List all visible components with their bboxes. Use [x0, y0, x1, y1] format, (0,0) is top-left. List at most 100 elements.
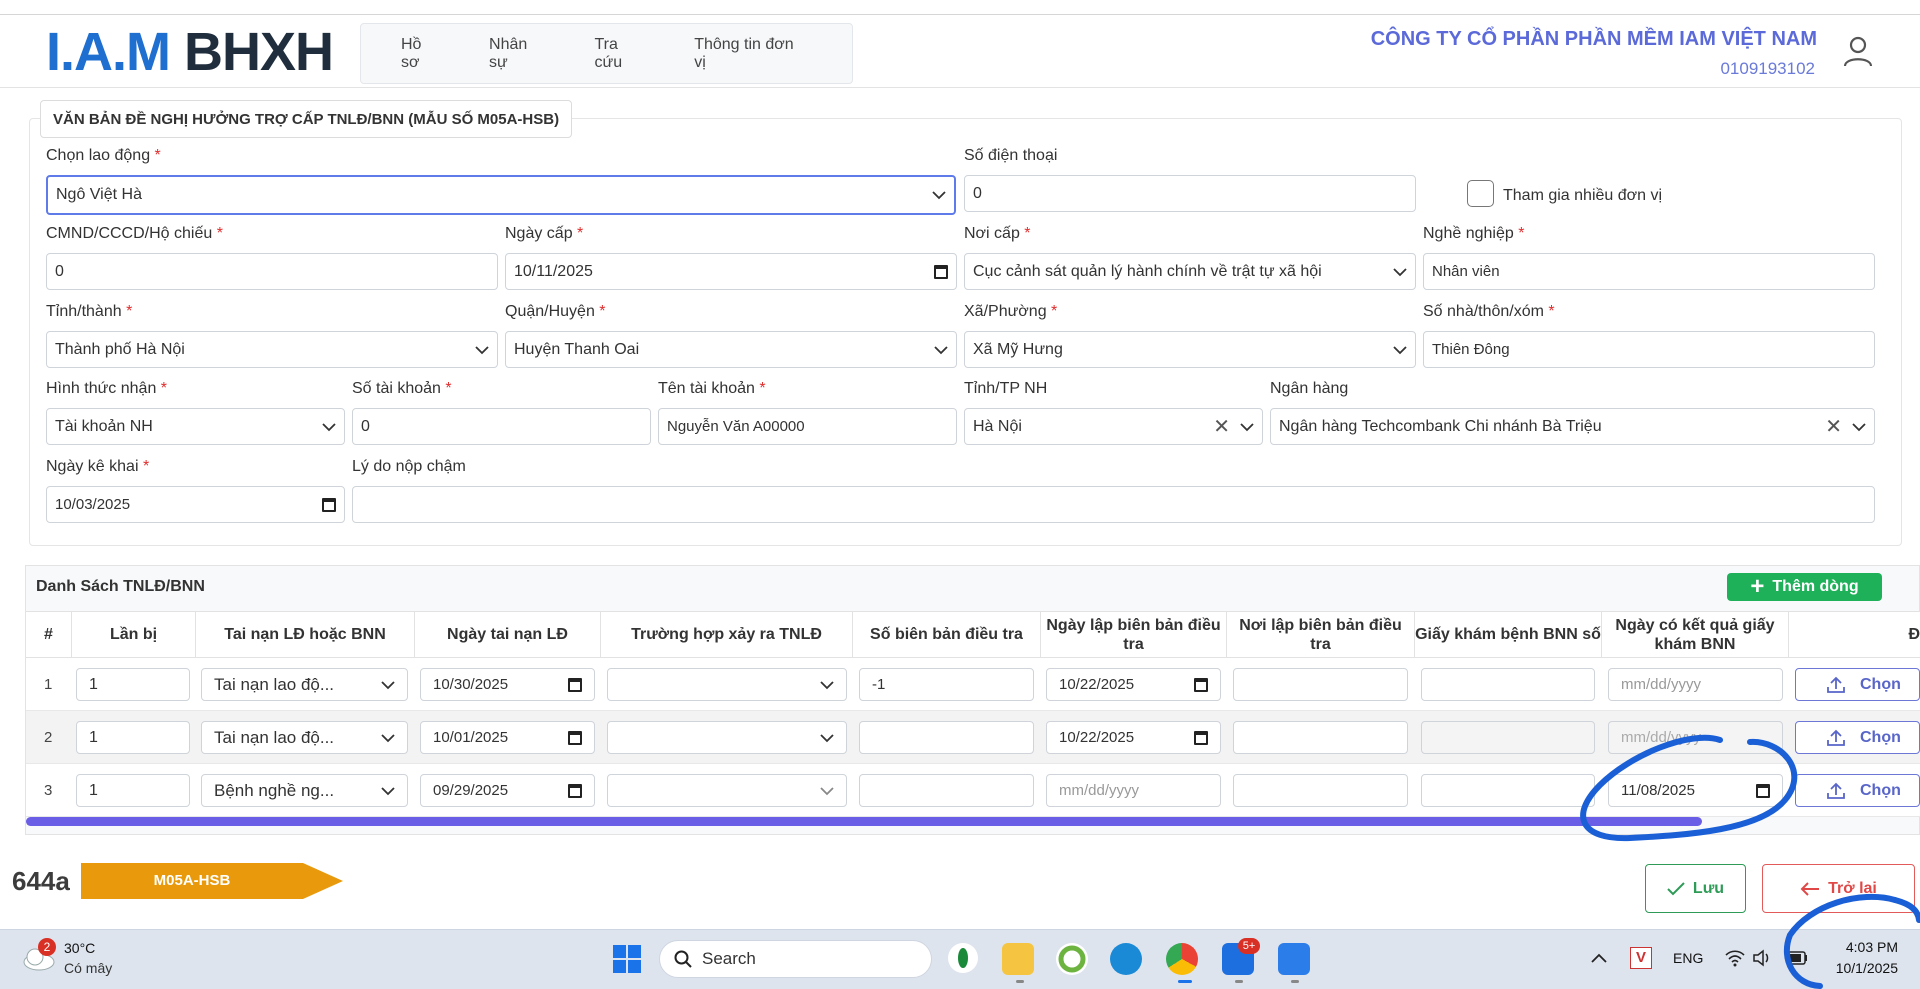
- select-tai-nan[interactable]: Tai nạn lao độ...: [201, 721, 408, 754]
- calendar-icon[interactable]: [322, 497, 336, 512]
- col-header-truong-hop: Trường hợp xảy ra TNLĐ: [601, 611, 853, 658]
- input-ngay-tai-nan[interactable]: 10/30/2025: [420, 668, 595, 701]
- input-giay-kham[interactable]: [1421, 721, 1595, 754]
- input-ngay-tai-nan[interactable]: 09/29/2025: [420, 774, 595, 807]
- input-so-tai-khoan[interactable]: 0: [352, 408, 651, 445]
- input-cmnd[interactable]: 0: [46, 253, 498, 290]
- input-ngay-lap[interactable]: 10/22/2025: [1046, 668, 1221, 701]
- weather-badge: 2: [38, 938, 56, 956]
- check-icon: [1667, 881, 1685, 895]
- taskbar-active-indicator: [1291, 980, 1299, 983]
- chrome-browser-icon[interactable]: [1166, 943, 1198, 975]
- taskbar-search[interactable]: Search: [659, 940, 932, 978]
- upload-chon-button[interactable]: Chọn: [1795, 721, 1920, 754]
- wifi-icon[interactable]: [1724, 949, 1746, 967]
- main-nav: Hồ sơ Nhân sự Tra cứu Thông tin đơn vị: [360, 23, 853, 84]
- select-truong-hop[interactable]: [607, 721, 847, 754]
- photos-app-icon[interactable]: [1278, 943, 1310, 975]
- calendar-icon[interactable]: [1194, 730, 1208, 745]
- calendar-icon[interactable]: [568, 783, 582, 798]
- weather-desc[interactable]: Có mây: [64, 960, 112, 976]
- input-ngay-ket-qua[interactable]: mm/dd/yyyy: [1608, 668, 1783, 701]
- form-code-label: M05A-HSB: [153, 872, 231, 889]
- input-so-bien-ban[interactable]: [859, 721, 1034, 754]
- select-hinh-thuc-nhan[interactable]: Tài khoản NH: [46, 408, 345, 445]
- input-lan-bi[interactable]: 1: [76, 721, 190, 754]
- so-dien-thoai-value: 0: [973, 184, 982, 202]
- select-tinh-tp-nh[interactable]: Hà Nội ✕: [964, 408, 1263, 445]
- nav-ho-so[interactable]: Hồ sơ: [401, 36, 443, 72]
- calendar-icon[interactable]: [934, 264, 948, 279]
- input-nghe-nghiep[interactable]: Nhân viên: [1423, 253, 1875, 290]
- clear-icon[interactable]: ✕: [1213, 414, 1230, 439]
- edge-browser-icon[interactable]: [1110, 943, 1142, 975]
- input-ten-tai-khoan[interactable]: Nguyễn Văn A00000: [658, 408, 957, 445]
- input-noi-lap[interactable]: [1233, 774, 1408, 807]
- select-truong-hop[interactable]: [607, 668, 847, 701]
- chevron-down-icon: [820, 733, 834, 742]
- col-header-ngay-lap: Ngày lập biên bản điều tra: [1041, 611, 1227, 658]
- label-xa-phuong: Xã/Phường *: [964, 303, 1058, 320]
- chon-lao-dong-value: Ngô Việt Hà: [56, 186, 142, 203]
- save-button[interactable]: Lưu: [1645, 864, 1746, 913]
- input-lan-bi[interactable]: 1: [76, 668, 190, 701]
- ngan-hang-value: Ngân hàng Techcombank Chi nhánh Bà Triệu: [1279, 417, 1602, 435]
- leaf-app-icon[interactable]: [948, 943, 978, 973]
- select-tai-nan[interactable]: Bệnh nghề ng...: [201, 774, 408, 807]
- label-chon-lao-dong: Chọn lao động *: [46, 147, 161, 164]
- select-ngan-hang[interactable]: Ngân hàng Techcombank Chi nhánh Bà Triệu…: [1270, 408, 1875, 445]
- cmnd-value: 0: [55, 262, 64, 280]
- input-so-nha[interactable]: Thiên Đông: [1423, 331, 1875, 368]
- table-horizontal-scrollbar[interactable]: [26, 817, 1702, 826]
- nav-tra-cuu[interactable]: Tra cứu: [594, 36, 648, 72]
- app-logo[interactable]: I.A.M BHXH: [46, 22, 334, 82]
- input-giay-kham[interactable]: [1421, 774, 1595, 807]
- quan-huyen-value: Huyện Thanh Oai: [514, 340, 640, 358]
- antivirus-tray-icon[interactable]: V: [1630, 947, 1652, 969]
- label-nghe-nghiep: Nghề nghiệp *: [1423, 225, 1525, 242]
- clear-icon[interactable]: ✕: [1825, 414, 1842, 439]
- checkbox-tham-gia-nhieu-don-vi[interactable]: [1467, 180, 1494, 207]
- input-noi-lap[interactable]: [1233, 721, 1408, 754]
- windows-start-icon[interactable]: [612, 944, 642, 974]
- calendar-icon[interactable]: [568, 677, 582, 692]
- input-so-bien-ban[interactable]: -1: [859, 668, 1034, 701]
- label-ten-tai-khoan: Tên tài khoản *: [658, 380, 766, 397]
- input-so-dien-thoai[interactable]: 0: [964, 175, 1416, 212]
- plus-icon: +: [1750, 573, 1765, 600]
- input-ngay-lap[interactable]: mm/dd/yyyy: [1046, 774, 1221, 807]
- language-indicator[interactable]: ENG: [1673, 950, 1703, 966]
- input-ngay-lap[interactable]: 10/22/2025: [1046, 721, 1221, 754]
- nav-thong-tin-don-vi[interactable]: Thông tin đơn vị: [694, 36, 806, 72]
- input-giay-kham[interactable]: [1421, 668, 1595, 701]
- input-so-bien-ban[interactable]: [859, 774, 1034, 807]
- upload-chon-button[interactable]: Chọn: [1795, 668, 1920, 701]
- select-truong-hop[interactable]: [607, 774, 847, 807]
- label-noi-cap: Nơi cấp *: [964, 225, 1031, 242]
- select-tinh-thanh[interactable]: Thành phố Hà Nội: [46, 331, 498, 368]
- upload-chon-button[interactable]: Chọn: [1795, 774, 1920, 807]
- add-row-button[interactable]: + Thêm dòng: [1727, 573, 1882, 601]
- select-noi-cap[interactable]: Cục cảnh sát quản lý hành chính về trật …: [964, 253, 1416, 290]
- logo-iam: I.A.M: [46, 22, 171, 82]
- select-chon-lao-dong[interactable]: Ngô Việt Hà: [46, 175, 956, 215]
- nav-nhan-su[interactable]: Nhân sự: [489, 36, 548, 72]
- input-ly-do-nop-cham[interactable]: [352, 486, 1875, 523]
- green-app-icon[interactable]: [1056, 943, 1088, 975]
- select-tai-nan[interactable]: Tai nạn lao độ...: [201, 668, 408, 701]
- select-quan-huyen[interactable]: Huyện Thanh Oai: [505, 331, 957, 368]
- input-lan-bi[interactable]: 1: [76, 774, 190, 807]
- file-explorer-icon[interactable]: [1002, 943, 1034, 975]
- weather-temp[interactable]: 30°C: [64, 940, 95, 956]
- input-noi-lap[interactable]: [1233, 668, 1408, 701]
- calendar-icon[interactable]: [568, 730, 582, 745]
- input-ngay-tai-nan[interactable]: 10/01/2025: [420, 721, 595, 754]
- user-account-icon[interactable]: [1842, 34, 1874, 68]
- volume-icon[interactable]: [1752, 949, 1772, 967]
- calendar-icon[interactable]: [1194, 677, 1208, 692]
- input-ngay-ke-khai[interactable]: 10/03/2025: [46, 486, 345, 523]
- chevron-up-icon[interactable]: [1591, 953, 1607, 963]
- select-xa-phuong[interactable]: Xã Mỹ Hưng: [964, 331, 1416, 368]
- input-ngay-cap[interactable]: 10/11/2025: [505, 253, 957, 290]
- chevron-down-icon: [381, 733, 395, 742]
